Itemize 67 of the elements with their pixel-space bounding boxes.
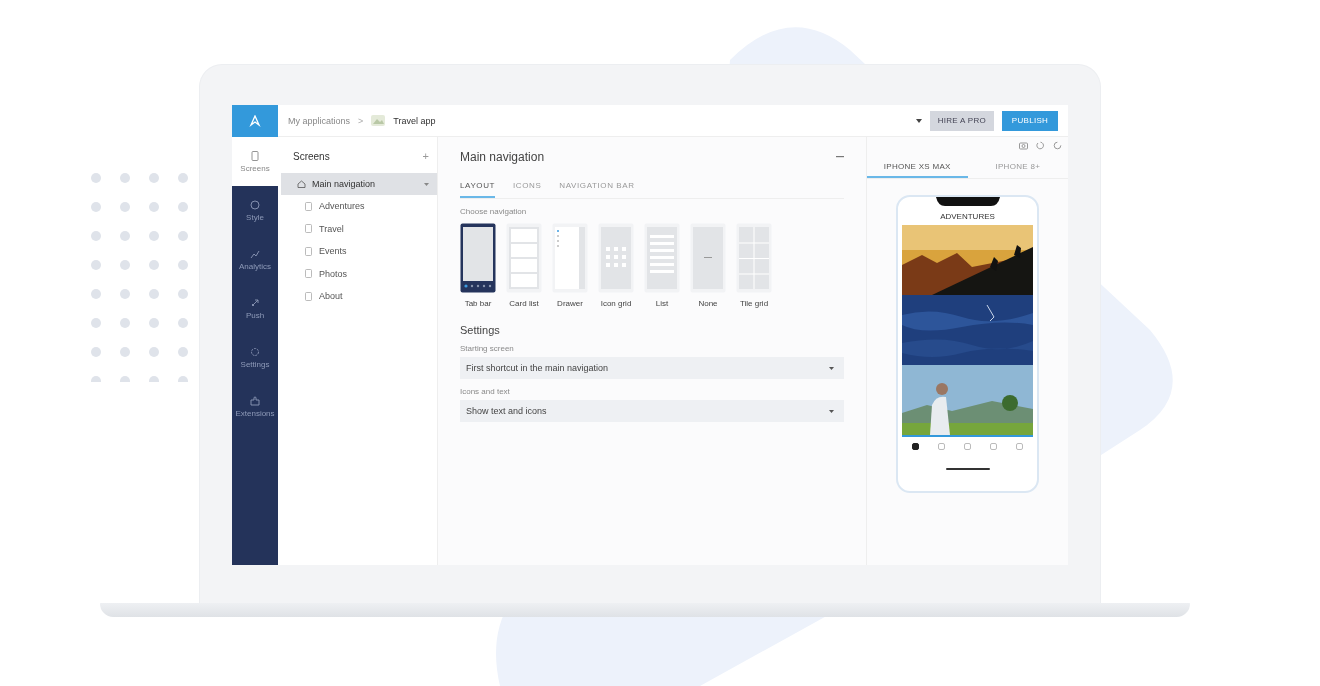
refresh-icon[interactable] — [1053, 141, 1062, 150]
layout-label: List — [655, 299, 669, 308]
rail-tab[interactable]: Extensions — [232, 382, 278, 431]
field-label: Choose navigation — [460, 207, 528, 216]
notch-icon — [935, 197, 1000, 206]
layout-thumbnail[interactable] — [644, 223, 680, 293]
select-field[interactable]: Show text and icons — [460, 400, 844, 422]
chart-icon — [250, 248, 260, 259]
caret-icon — [829, 409, 834, 413]
layout-label: None — [698, 299, 718, 308]
editor-tab[interactable]: NAVIGATION BAR — [559, 177, 635, 198]
add-screen-button[interactable]: + — [422, 150, 429, 162]
home-icon — [297, 180, 306, 188]
select-field[interactable]: First shortcut in the main navigation — [460, 357, 844, 379]
layout-thumbnail[interactable] — [552, 223, 588, 293]
caret-icon — [829, 366, 834, 370]
screen-item[interactable]: Events — [278, 240, 437, 263]
screen-item[interactable]: Adventures — [278, 195, 437, 218]
rail-tab[interactable]: Screens — [232, 137, 278, 186]
app-thumbnail-icon — [371, 115, 386, 126]
section-title: Settings — [460, 324, 501, 336]
layout-thumbnail[interactable] — [506, 223, 542, 293]
camera-icon[interactable] — [1019, 141, 1028, 150]
editor-tab[interactable]: LAYOUT — [460, 177, 495, 198]
page-icon — [305, 201, 312, 211]
screen-title: ADVENTURES — [940, 211, 995, 223]
page-icon — [250, 150, 260, 161]
device-tab[interactable]: IPHONE 8+ — [967, 156, 1068, 178]
hire-button[interactable]: HIRE A PRO — [929, 110, 994, 131]
layout-thumbnail[interactable] — [690, 223, 726, 293]
layout-thumbnail[interactable] — [460, 223, 496, 293]
caret-icon — [424, 182, 429, 186]
layout-thumbnail[interactable] — [598, 223, 634, 293]
paper-plane-icon — [249, 115, 261, 127]
screen-item[interactable]: Main navigation — [281, 173, 437, 195]
home-indicator — [945, 468, 990, 470]
app-logo[interactable] — [232, 105, 278, 137]
editor-title: Main navigation — [460, 150, 545, 164]
field-label: Icons and text — [460, 387, 511, 396]
layout-label: Icon grid — [600, 299, 632, 308]
breadcrumb-link[interactable]: My applications — [288, 115, 351, 126]
app-name: Travel app — [393, 115, 436, 126]
layout-label: Tab bar — [464, 299, 492, 308]
screen-item[interactable]: Travel — [278, 217, 437, 240]
tab-bar-icon[interactable] — [912, 443, 919, 450]
publish-button[interactable]: PUBLISH — [1002, 110, 1058, 131]
screen-item[interactable]: Photos — [278, 262, 437, 285]
layout-label: Drawer — [557, 299, 583, 308]
layout-label: Card list — [509, 299, 539, 308]
page-icon — [305, 224, 312, 234]
field-label: Starting screen — [460, 344, 515, 353]
layout-thumbnail[interactable] — [736, 223, 772, 293]
layout-label: Tile grid — [739, 299, 769, 308]
panel-title: Screens — [293, 150, 331, 162]
page-icon — [305, 291, 312, 301]
rail-tab[interactable]: Settings — [232, 333, 278, 382]
rotate-icon[interactable] — [1036, 141, 1045, 150]
rail-tab[interactable]: Style — [232, 186, 278, 235]
rail-tab[interactable]: Analytics — [232, 235, 278, 284]
dropdown-caret-icon[interactable] — [915, 118, 922, 123]
editor-tab[interactable]: ICONS — [513, 177, 542, 198]
breadcrumb-separator: > — [358, 115, 364, 126]
page-icon — [305, 269, 312, 279]
rail-tab[interactable]: Push — [232, 284, 278, 333]
device-tab[interactable]: IPHONE XS MAX — [867, 156, 968, 178]
screen-item[interactable]: About — [278, 285, 437, 308]
page-icon — [305, 246, 312, 256]
